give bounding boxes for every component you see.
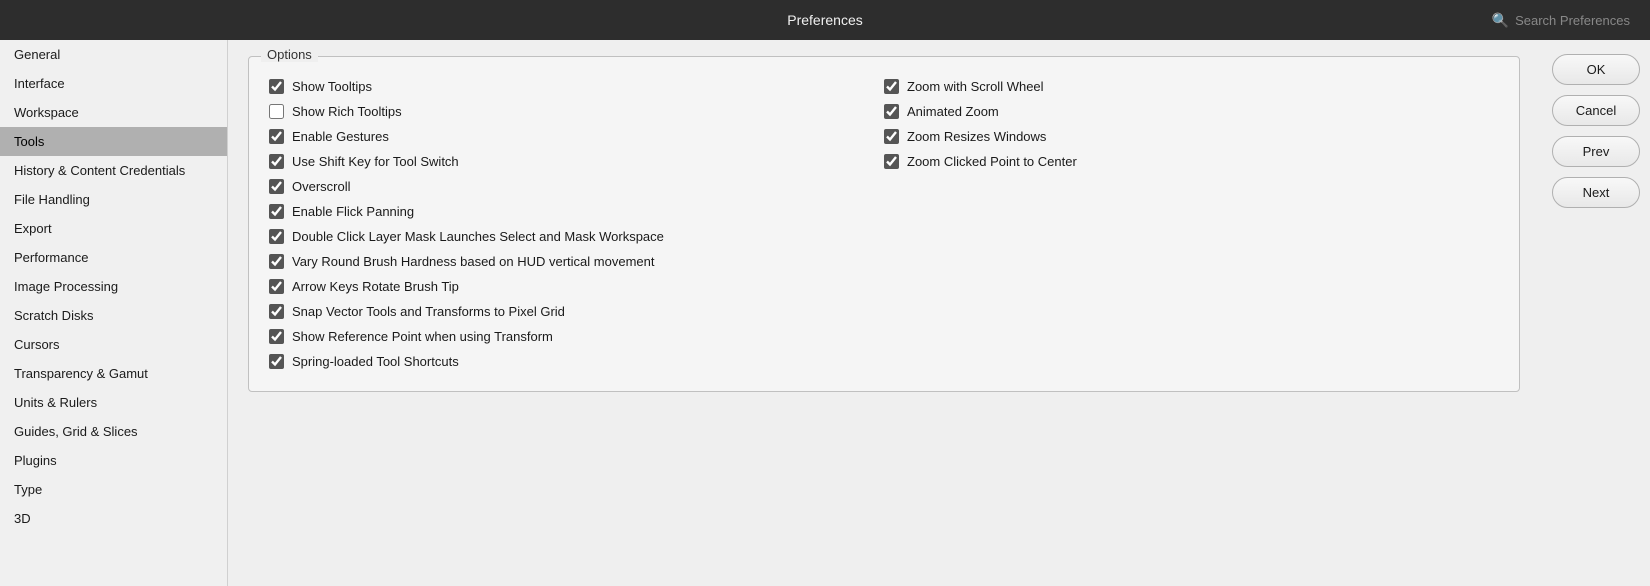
checkbox-label-zoom-clicked-point: Zoom Clicked Point to Center — [907, 154, 1077, 169]
checkbox-label-enable-gestures: Enable Gestures — [292, 129, 389, 144]
sidebar-item-tools[interactable]: Tools — [0, 127, 227, 156]
checkbox-label-animated-zoom: Animated Zoom — [907, 104, 999, 119]
sidebar-item-plugins[interactable]: Plugins — [0, 446, 227, 475]
checkbox-row-zoom-resizes-windows: Zoom Resizes Windows — [884, 125, 1499, 148]
sidebar-item-interface[interactable]: Interface — [0, 69, 227, 98]
sidebar-item-performance[interactable]: Performance — [0, 243, 227, 272]
sidebar-item-guides-grid-slices[interactable]: Guides, Grid & Slices — [0, 417, 227, 446]
checkbox-label-arrow-keys-rotate: Arrow Keys Rotate Brush Tip — [292, 279, 459, 294]
checkbox-label-overscroll: Overscroll — [292, 179, 351, 194]
sidebar-item-3d[interactable]: 3D — [0, 504, 227, 533]
checkbox-zoom-clicked-point[interactable] — [884, 154, 899, 169]
checkbox-label-use-shift-key: Use Shift Key for Tool Switch — [292, 154, 459, 169]
prev-button[interactable]: Prev — [1552, 136, 1640, 167]
sidebar-item-units-rulers[interactable]: Units & Rulers — [0, 388, 227, 417]
checkbox-label-snap-vector-tools: Snap Vector Tools and Transforms to Pixe… — [292, 304, 565, 319]
checkbox-arrow-keys-rotate[interactable] — [269, 279, 284, 294]
checkbox-show-reference-point[interactable] — [269, 329, 284, 344]
left-column: Show Tooltips Show Rich Tooltips Enable Ge… — [269, 75, 884, 373]
sidebar-item-file-handling[interactable]: File Handling — [0, 185, 227, 214]
checkbox-row-zoom-clicked-point: Zoom Clicked Point to Center — [884, 150, 1499, 173]
checkbox-show-tooltips[interactable] — [269, 79, 284, 94]
sidebar-item-transparency-gamut[interactable]: Transparency & Gamut — [0, 359, 227, 388]
sidebar-item-image-processing[interactable]: Image Processing — [0, 272, 227, 301]
checkbox-enable-gestures[interactable] — [269, 129, 284, 144]
checkbox-animated-zoom[interactable] — [884, 104, 899, 119]
checkbox-row-overscroll: Overscroll — [269, 175, 884, 198]
options-legend: Options — [261, 47, 318, 62]
checkbox-label-zoom-resizes-windows: Zoom Resizes Windows — [907, 129, 1046, 144]
main-layout: GeneralInterfaceWorkspaceToolsHistory & … — [0, 40, 1650, 586]
checkbox-row-show-rich-tooltips: Show Rich Tooltips — [269, 100, 884, 123]
checkbox-row-arrow-keys-rotate: Arrow Keys Rotate Brush Tip — [269, 275, 884, 298]
checkbox-row-spring-loaded-shortcuts: Spring-loaded Tool Shortcuts — [269, 350, 884, 373]
titlebar: Preferences 🔍 Search Preferences — [0, 0, 1650, 40]
sidebar-item-general[interactable]: General — [0, 40, 227, 69]
checkbox-label-zoom-scroll-wheel: Zoom with Scroll Wheel — [907, 79, 1044, 94]
checkbox-row-snap-vector-tools: Snap Vector Tools and Transforms to Pixe… — [269, 300, 884, 323]
checkbox-row-double-click-layer-mask: Double Click Layer Mask Launches Select … — [269, 225, 884, 248]
checkbox-zoom-resizes-windows[interactable] — [884, 129, 899, 144]
sidebar-item-type[interactable]: Type — [0, 475, 227, 504]
sidebar-item-workspace[interactable]: Workspace — [0, 98, 227, 127]
search-area[interactable]: 🔍 Search Preferences — [1492, 12, 1630, 29]
sidebar-item-history-content-credentials[interactable]: History & Content Credentials — [0, 156, 227, 185]
checkbox-zoom-scroll-wheel[interactable] — [884, 79, 899, 94]
checkbox-row-vary-round-brush: Vary Round Brush Hardness based on HUD v… — [269, 250, 884, 273]
checkbox-enable-flick-panning[interactable] — [269, 204, 284, 219]
checkbox-label-spring-loaded-shortcuts: Spring-loaded Tool Shortcuts — [292, 354, 459, 369]
buttons-panel: OK Cancel Prev Next — [1540, 40, 1650, 586]
checkbox-row-show-tooltips: Show Tooltips — [269, 75, 884, 98]
sidebar-item-export[interactable]: Export — [0, 214, 227, 243]
search-icon: 🔍 — [1492, 12, 1509, 29]
checkbox-row-use-shift-key: Use Shift Key for Tool Switch — [269, 150, 884, 173]
checkbox-label-double-click-layer-mask: Double Click Layer Mask Launches Select … — [292, 229, 664, 244]
checkbox-use-shift-key[interactable] — [269, 154, 284, 169]
checkbox-row-zoom-scroll-wheel: Zoom with Scroll Wheel — [884, 75, 1499, 98]
ok-button[interactable]: OK — [1552, 54, 1640, 85]
options-group: Options Show TooltipsShow Rich TooltipsE… — [248, 56, 1520, 392]
checkbox-label-show-tooltips: Show Tooltips — [292, 79, 372, 94]
titlebar-title: Preferences — [787, 12, 862, 28]
checkbox-row-animated-zoom: Animated Zoom — [884, 100, 1499, 123]
checkbox-row-enable-gestures: Enable Gestures — [269, 125, 884, 148]
checkbox-show-rich-tooltips[interactable] — [269, 104, 284, 119]
checkbox-label-vary-round-brush: Vary Round Brush Hardness based on HUD v… — [292, 254, 654, 269]
content-area: Options Show Tooltips Show Rich Tooltips E… — [228, 40, 1540, 586]
checkbox-row-show-reference-point: Show Reference Point when using Transfor… — [269, 325, 884, 348]
checkbox-double-click-layer-mask[interactable] — [269, 229, 284, 244]
sidebar-item-cursors[interactable]: Cursors — [0, 330, 227, 359]
search-placeholder: Search Preferences — [1515, 13, 1630, 28]
sidebar: GeneralInterfaceWorkspaceToolsHistory & … — [0, 40, 228, 586]
checkbox-label-show-rich-tooltips: Show Rich Tooltips — [292, 104, 402, 119]
checkbox-label-show-reference-point: Show Reference Point when using Transfor… — [292, 329, 553, 344]
sidebar-item-scratch-disks[interactable]: Scratch Disks — [0, 301, 227, 330]
cancel-button[interactable]: Cancel — [1552, 95, 1640, 126]
options-columns: Show Tooltips Show Rich Tooltips Enable Ge… — [269, 75, 1499, 373]
right-column: Zoom with Scroll Wheel Animated Zoom Zoom … — [884, 75, 1499, 373]
checkbox-row-enable-flick-panning: Enable Flick Panning — [269, 200, 884, 223]
checkbox-overscroll[interactable] — [269, 179, 284, 194]
next-button[interactable]: Next — [1552, 177, 1640, 208]
checkbox-spring-loaded-shortcuts[interactable] — [269, 354, 284, 369]
checkbox-label-enable-flick-panning: Enable Flick Panning — [292, 204, 414, 219]
checkbox-vary-round-brush[interactable] — [269, 254, 284, 269]
checkbox-snap-vector-tools[interactable] — [269, 304, 284, 319]
